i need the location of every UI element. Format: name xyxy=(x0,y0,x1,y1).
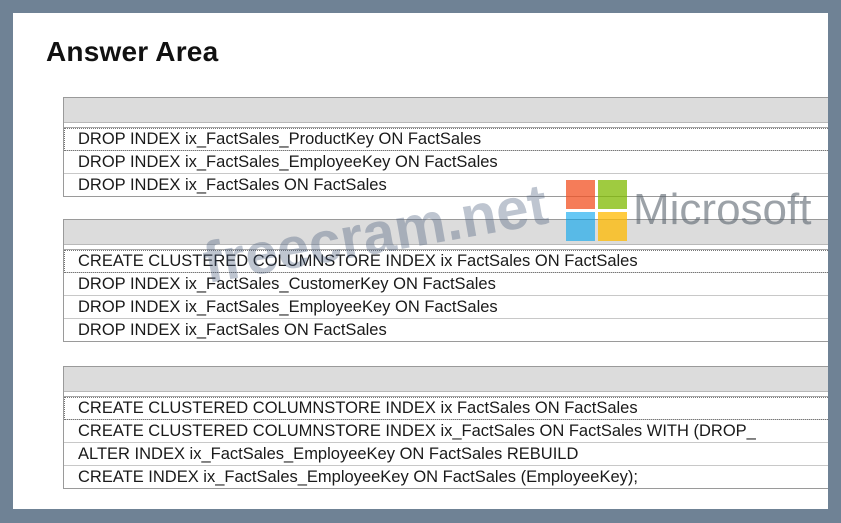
list-item[interactable]: ALTER INDEX ix_FactSales_EmployeeKey ON … xyxy=(64,443,828,466)
dropdown-header-2[interactable] xyxy=(64,220,828,245)
list-item[interactable]: DROP INDEX ix_FactSales_ProductKey ON Fa… xyxy=(64,128,828,151)
dropdown-list-1[interactable]: DROP INDEX ix_FactSales_ProductKey ON Fa… xyxy=(63,97,828,197)
options-list-3: CREATE CLUSTERED COLUMNSTORE INDEX ix Fa… xyxy=(64,396,828,488)
options-list-2: CREATE CLUSTERED COLUMNSTORE INDEX ix Fa… xyxy=(64,249,828,341)
page-title: Answer Area xyxy=(46,36,219,67)
list-item[interactable]: CREATE CLUSTERED COLUMNSTORE INDEX ix Fa… xyxy=(64,250,828,273)
dropdown-list-2[interactable]: CREATE CLUSTERED COLUMNSTORE INDEX ix Fa… xyxy=(63,219,828,342)
list-item[interactable]: CREATE CLUSTERED COLUMNSTORE INDEX ix Fa… xyxy=(64,397,828,420)
dropdown-header-1[interactable] xyxy=(64,98,828,123)
list-item[interactable]: DROP INDEX ix_FactSales_CustomerKey ON F… xyxy=(64,273,828,296)
list-item[interactable]: DROP INDEX ix_FactSales ON FactSales xyxy=(64,319,828,341)
list-item[interactable]: DROP INDEX ix_FactSales ON FactSales xyxy=(64,174,828,196)
options-list-1: DROP INDEX ix_FactSales_ProductKey ON Fa… xyxy=(64,127,828,196)
list-item[interactable]: DROP INDEX ix_FactSales_EmployeeKey ON F… xyxy=(64,151,828,174)
list-item[interactable]: DROP INDEX ix_FactSales_EmployeeKey ON F… xyxy=(64,296,828,319)
dropdown-list-3[interactable]: CREATE CLUSTERED COLUMNSTORE INDEX ix Fa… xyxy=(63,366,828,489)
dropdown-header-3[interactable] xyxy=(64,367,828,392)
answer-area-panel: Answer Area DROP INDEX ix_FactSales_Prod… xyxy=(13,13,828,509)
list-item[interactable]: CREATE INDEX ix_FactSales_EmployeeKey ON… xyxy=(64,466,828,488)
list-item[interactable]: CREATE CLUSTERED COLUMNSTORE INDEX ix_Fa… xyxy=(64,420,828,443)
